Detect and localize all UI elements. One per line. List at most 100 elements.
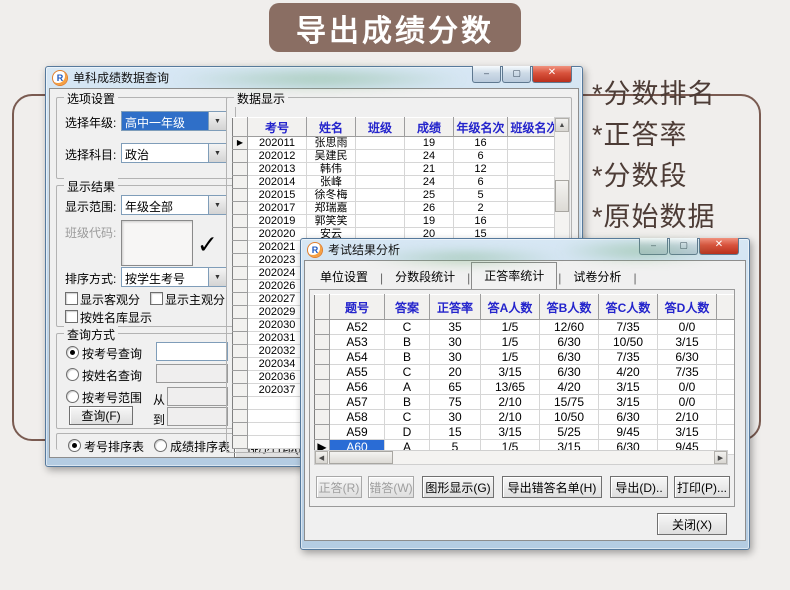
table-row[interactable]: A53B301/56/3010/503/15 bbox=[315, 335, 736, 350]
range-to-input[interactable] bbox=[167, 407, 228, 426]
close-window-button[interactable]: 关闭(X) bbox=[657, 513, 727, 535]
chevron-down-icon[interactable]: ▼ bbox=[208, 268, 226, 286]
query-by-examno-radio[interactable] bbox=[66, 346, 79, 359]
close-icon[interactable]: ✕ bbox=[532, 66, 572, 83]
row-selector[interactable] bbox=[233, 202, 248, 215]
column-header[interactable]: 班级 bbox=[356, 118, 405, 137]
range-select[interactable]: 年级全部 ▼ bbox=[121, 195, 227, 215]
table-row[interactable]: A52C351/512/607/350/0 bbox=[315, 320, 736, 335]
column-header[interactable]: 答C人数 bbox=[599, 295, 658, 320]
export-wrong-list-button[interactable]: 导出错答名单(H) bbox=[502, 476, 602, 498]
row-selector[interactable] bbox=[233, 345, 248, 358]
table-row[interactable]: A55C203/156/304/207/35 bbox=[315, 365, 736, 380]
row-selector[interactable] bbox=[233, 280, 248, 293]
table-row[interactable]: 202014张峰246 bbox=[233, 176, 562, 189]
chevron-down-icon[interactable]: ▼ bbox=[208, 144, 226, 162]
row-selector[interactable] bbox=[315, 335, 330, 350]
row-selector[interactable] bbox=[315, 320, 330, 335]
column-header[interactable]: 姓名 bbox=[307, 118, 356, 137]
examno-input[interactable] bbox=[156, 342, 228, 361]
name-input[interactable] bbox=[156, 364, 228, 383]
query-by-range-radio[interactable] bbox=[66, 390, 79, 403]
range-from-input[interactable] bbox=[167, 387, 228, 406]
examno-table-radio[interactable] bbox=[68, 439, 81, 452]
table-row[interactable]: A59D153/155/259/453/15 bbox=[315, 425, 736, 440]
row-selector[interactable] bbox=[315, 425, 330, 440]
scroll-up-icon[interactable]: ▲ bbox=[555, 118, 569, 132]
column-header[interactable]: 正答率 bbox=[430, 295, 481, 320]
scroll-right-icon[interactable]: ▶ bbox=[714, 451, 727, 464]
row-selector[interactable] bbox=[233, 423, 248, 436]
graph-display-button[interactable]: 图形显示(G) bbox=[422, 476, 494, 498]
scroll-left-icon[interactable]: ◀ bbox=[315, 451, 328, 464]
table-row[interactable]: 202017郑瑞嘉262 bbox=[233, 202, 562, 215]
close-icon[interactable]: ✕ bbox=[699, 238, 739, 255]
sort-select[interactable]: 按学生考号 ▼ bbox=[121, 267, 227, 287]
column-header[interactable]: 答B人数 bbox=[540, 295, 599, 320]
tab-4[interactable]: 试卷分析 bbox=[562, 265, 632, 289]
row-selector[interactable] bbox=[233, 436, 248, 449]
row-selector[interactable] bbox=[233, 306, 248, 319]
row-selector[interactable] bbox=[315, 365, 330, 380]
table-row[interactable]: 202019郭笑笑1916 bbox=[233, 215, 562, 228]
row-selector[interactable] bbox=[233, 397, 248, 410]
table-row[interactable]: A57B752/1015/753/150/0 bbox=[315, 395, 736, 410]
tab-2[interactable]: 分数段统计 bbox=[384, 265, 466, 289]
window1-titlebar[interactable]: R 单科成绩数据查询 – ▢ ✕ bbox=[49, 67, 579, 88]
horizontal-scrollbar[interactable]: ◀ ▶ bbox=[314, 450, 728, 465]
class-code-box[interactable] bbox=[121, 220, 193, 266]
row-selector[interactable] bbox=[233, 332, 248, 345]
scrollbar-thumb[interactable] bbox=[555, 180, 569, 212]
maximize-icon[interactable]: ▢ bbox=[669, 238, 698, 255]
row-selector[interactable] bbox=[233, 150, 248, 163]
chevron-down-icon[interactable]: ▼ bbox=[208, 196, 226, 214]
grade-select[interactable]: 高中一年级 ▼ bbox=[121, 111, 227, 131]
column-header[interactable]: 答D人数 bbox=[658, 295, 717, 320]
column-header[interactable]: 成绩 bbox=[405, 118, 454, 137]
row-selector[interactable] bbox=[233, 267, 248, 280]
row-selector[interactable] bbox=[233, 163, 248, 176]
query-button[interactable]: 查询(F) bbox=[69, 406, 133, 425]
query-by-name-radio[interactable] bbox=[66, 368, 79, 381]
subjective-checkbox[interactable] bbox=[150, 292, 163, 305]
print-button[interactable]: 打印(P)... bbox=[674, 476, 730, 498]
row-selector[interactable] bbox=[233, 358, 248, 371]
row-selector[interactable] bbox=[233, 215, 248, 228]
row-selector[interactable] bbox=[233, 254, 248, 267]
row-selector[interactable] bbox=[315, 380, 330, 395]
row-selector[interactable]: ▶ bbox=[233, 137, 248, 150]
table-row[interactable]: A56A6513/654/203/150/0 bbox=[315, 380, 736, 395]
row-selector[interactable] bbox=[233, 241, 248, 254]
column-header[interactable]: 考号 bbox=[248, 118, 307, 137]
table-row[interactable]: 202012吴建民246 bbox=[233, 150, 562, 163]
tab-1[interactable]: 单位设置 bbox=[309, 265, 379, 289]
subject-select[interactable]: 政治 ▼ bbox=[121, 143, 227, 163]
row-selector[interactable] bbox=[233, 228, 248, 241]
score-table-radio[interactable] bbox=[154, 439, 167, 452]
table-row[interactable]: A58C302/1010/506/302/10 bbox=[315, 410, 736, 425]
row-selector[interactable] bbox=[233, 176, 248, 189]
row-selector[interactable] bbox=[315, 350, 330, 365]
objective-checkbox[interactable] bbox=[65, 292, 78, 305]
row-selector[interactable] bbox=[233, 410, 248, 423]
row-selector[interactable] bbox=[233, 319, 248, 332]
column-header[interactable]: 年级名次 bbox=[454, 118, 508, 137]
row-selector[interactable] bbox=[315, 410, 330, 425]
table-row[interactable]: 202013韩伟2112 bbox=[233, 163, 562, 176]
chevron-down-icon[interactable]: ▼ bbox=[208, 112, 226, 130]
window2-titlebar[interactable]: R 考试结果分析 – ▢ ✕ bbox=[304, 239, 746, 260]
minimize-icon[interactable]: – bbox=[472, 66, 501, 83]
scrollbar-thumb[interactable] bbox=[329, 451, 393, 464]
row-selector[interactable] bbox=[233, 371, 248, 384]
export-button[interactable]: 导出(D).. bbox=[610, 476, 668, 498]
table-row[interactable]: ▶202011张思雨1916 bbox=[233, 137, 562, 150]
row-selector[interactable] bbox=[233, 384, 248, 397]
tab-3[interactable]: 正答率统计 bbox=[471, 262, 557, 290]
maximize-icon[interactable]: ▢ bbox=[502, 66, 531, 83]
table-row[interactable]: 202015徐冬梅255 bbox=[233, 189, 562, 202]
row-selector[interactable] bbox=[315, 395, 330, 410]
row-selector[interactable] bbox=[233, 189, 248, 202]
table-row[interactable]: A54B301/56/307/356/30 bbox=[315, 350, 736, 365]
row-selector[interactable] bbox=[233, 293, 248, 306]
column-header[interactable]: 答A人数 bbox=[481, 295, 540, 320]
